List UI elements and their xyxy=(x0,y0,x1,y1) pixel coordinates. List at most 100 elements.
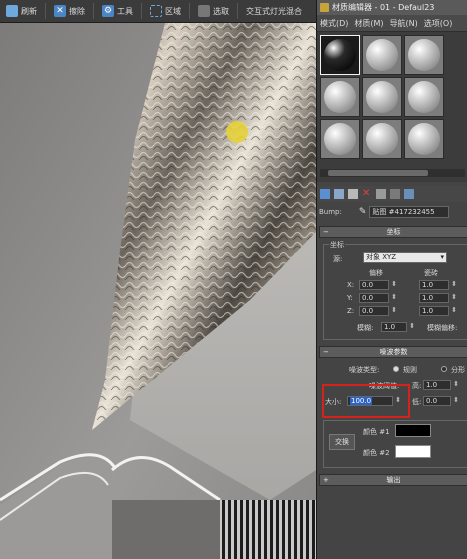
blur-label: 模糊: xyxy=(357,324,374,332)
refresh-button[interactable]: 刷新 xyxy=(2,2,41,21)
sphere-preview-icon xyxy=(366,39,398,71)
3d-viewport[interactable]: 刷新 ✕ 擦除 ⚙ 工具 区域 选取 交互式灯光混合 xyxy=(0,0,316,559)
refresh-icon xyxy=(6,5,18,17)
material-slot[interactable] xyxy=(320,119,360,159)
material-editor-icon xyxy=(320,3,329,12)
region-label: 区域 xyxy=(165,6,181,16)
make-unique-icon[interactable] xyxy=(390,189,400,199)
blur-spinner[interactable]: 1.0 xyxy=(381,322,415,332)
source-label: 源: xyxy=(333,255,343,263)
pick-icon xyxy=(198,5,210,17)
noise-parameters-rollout-header[interactable]: − 噪波参数 xyxy=(319,346,467,358)
material-slot[interactable] xyxy=(404,77,444,117)
tiling-y-spinner[interactable]: 1.0 xyxy=(419,293,457,303)
editor-titlebar[interactable]: 材质编辑器 - 01 - Defaul23 xyxy=(317,0,467,15)
material-slot[interactable] xyxy=(320,35,360,75)
low-label: 低: xyxy=(412,398,422,406)
y-axis-label: Y: xyxy=(347,294,353,302)
offset-label: 偏移 xyxy=(369,269,383,277)
viewport-toolbar: 刷新 ✕ 擦除 ⚙ 工具 区域 选取 交互式灯光混合 xyxy=(0,0,316,23)
put-to-scene-icon[interactable] xyxy=(334,189,344,199)
material-editor-window: 材质编辑器 - 01 - Defaul23 模式(D) 材质(M) 导航(N) … xyxy=(316,0,467,559)
map-name-field[interactable]: 贴图 #417232455 xyxy=(369,206,450,218)
sphere-preview-icon xyxy=(366,123,398,155)
toolbar-divider xyxy=(237,3,238,19)
material-slot[interactable] xyxy=(404,119,444,159)
material-slot[interactable] xyxy=(362,35,402,75)
high-label: 高: xyxy=(412,382,422,390)
assign-material-icon[interactable] xyxy=(348,189,358,199)
low-spinner[interactable]: 0.0 xyxy=(423,396,459,406)
coordinates-group-label: 坐标 xyxy=(329,240,345,250)
tools-label: 工具 xyxy=(117,6,133,16)
offset-y-spinner[interactable]: 0.0 xyxy=(359,293,397,303)
eyedropper-icon[interactable]: ✎ xyxy=(359,207,367,217)
tools-button[interactable]: ⚙ 工具 xyxy=(98,2,137,21)
offset-z-spinner[interactable]: 0.0 xyxy=(359,306,397,316)
erase-button[interactable]: ✕ 擦除 xyxy=(50,2,89,21)
material-slot[interactable] xyxy=(362,119,402,159)
interactive-light-mix-button[interactable]: 交互式灯光混合 xyxy=(242,2,306,21)
refresh-label: 刷新 xyxy=(21,6,37,16)
copy-material-icon[interactable] xyxy=(376,189,386,199)
source-dropdown[interactable]: 对象 XYZ ▾ xyxy=(363,252,447,263)
output-rollout-header[interactable]: + 输出 xyxy=(319,474,467,486)
viewport-render xyxy=(0,0,316,559)
get-material-icon[interactable] xyxy=(320,189,330,199)
color2-swatch[interactable] xyxy=(395,445,431,458)
noise-type-regular-radio[interactable] xyxy=(393,366,399,372)
sphere-preview-icon xyxy=(366,81,398,113)
region-icon xyxy=(150,5,162,17)
interactive-light-mix-label: 交互式灯光混合 xyxy=(246,6,302,16)
z-axis-label: Z: xyxy=(347,307,355,315)
menu-options[interactable]: 选项(O) xyxy=(424,18,453,29)
noise-type-fractal-label: 分形 xyxy=(451,366,465,374)
sphere-preview-icon xyxy=(408,81,440,113)
erase-icon: ✕ xyxy=(54,5,66,17)
coordinates-header-label: 坐标 xyxy=(386,228,401,236)
reset-icon[interactable]: ✕ xyxy=(362,189,372,199)
swap-button[interactable]: 交换 xyxy=(329,434,355,450)
high-spinner[interactable]: 1.0 xyxy=(423,380,459,390)
sphere-preview-icon xyxy=(324,123,356,155)
x-axis-label: X: xyxy=(347,281,355,289)
noise-type-regular-label: 规则 xyxy=(403,366,417,374)
material-slot[interactable] xyxy=(320,77,360,117)
noise-header-label: 噪波参数 xyxy=(379,348,408,356)
material-slot-grid xyxy=(317,32,467,182)
material-slot[interactable] xyxy=(404,35,444,75)
editor-title: 材质编辑器 - 01 - Defaul23 xyxy=(332,3,435,12)
collapse-icon: − xyxy=(323,228,329,236)
coordinates-rollout-header[interactable]: − 坐标 xyxy=(319,226,467,238)
blur-offset-label: 模糊偏移: xyxy=(427,324,458,332)
noise-type-fractal-radio[interactable] xyxy=(441,366,447,372)
output-header-label: 输出 xyxy=(386,476,401,484)
pick-button[interactable]: 选取 xyxy=(194,2,233,21)
color2-label: 颜色 #2 xyxy=(363,449,390,457)
toolbar-divider xyxy=(141,3,142,19)
slot-scrollbar[interactable] xyxy=(320,169,465,177)
offset-x-spinner[interactable]: 0.0 xyxy=(359,280,397,290)
menu-material[interactable]: 材质(M) xyxy=(354,18,383,29)
collapse-icon: − xyxy=(323,348,329,356)
tools-icon: ⚙ xyxy=(102,5,114,17)
pick-label: 选取 xyxy=(213,6,229,16)
toolbar-divider xyxy=(93,3,94,19)
material-slot[interactable] xyxy=(362,77,402,117)
menu-mode[interactable]: 模式(D) xyxy=(320,18,348,29)
library-icon[interactable] xyxy=(404,189,414,199)
tiling-label: 瓷砖 xyxy=(424,269,438,277)
menu-navigation[interactable]: 导航(N) xyxy=(390,18,418,29)
color1-swatch[interactable] xyxy=(395,424,431,437)
tiling-z-spinner[interactable]: 1.0 xyxy=(419,306,457,316)
editor-menubar: 模式(D) 材质(M) 导航(N) 选项(O) xyxy=(317,15,467,32)
sphere-preview-icon xyxy=(324,39,356,71)
color1-label: 颜色 #1 xyxy=(363,428,390,436)
scrollbar-thumb[interactable] xyxy=(328,170,428,176)
tiling-x-spinner[interactable]: 1.0 xyxy=(419,280,457,290)
editor-toolbar: ✕ xyxy=(317,186,467,202)
erase-label: 擦除 xyxy=(69,6,85,16)
region-button[interactable]: 区域 xyxy=(146,2,185,21)
bump-map-row: Bump: ✎ 贴图 #417232455 xyxy=(317,205,467,219)
size-highlight-annotation xyxy=(322,384,410,418)
